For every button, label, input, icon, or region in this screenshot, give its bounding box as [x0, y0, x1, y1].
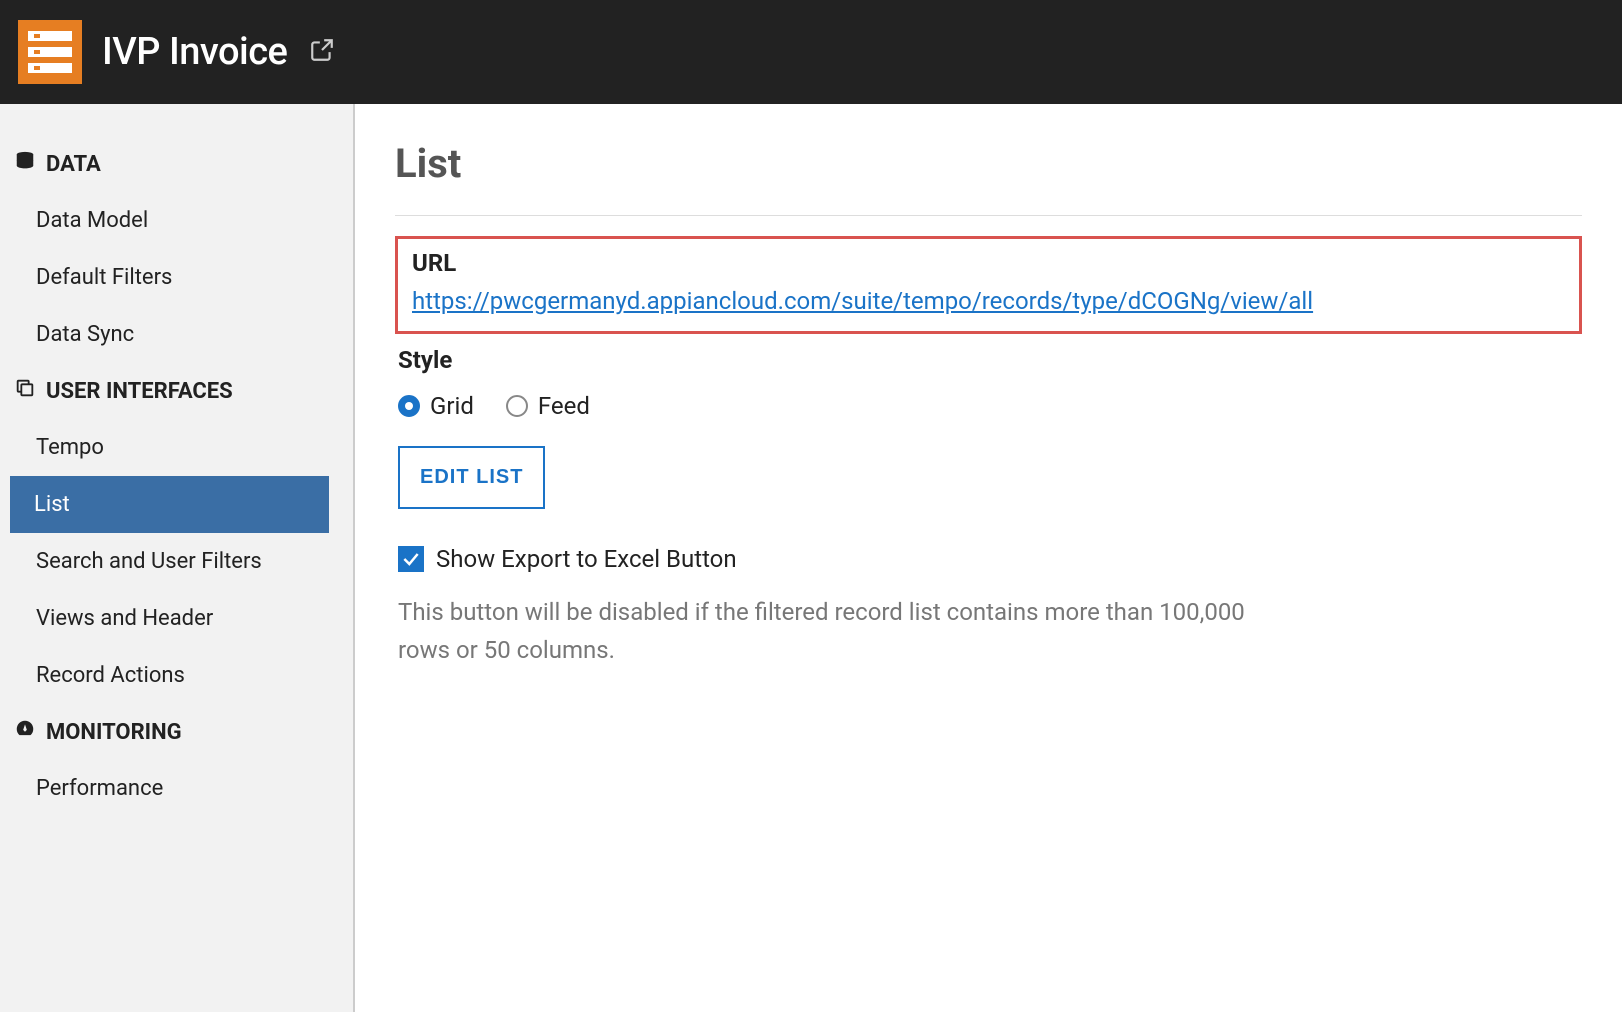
- record-url-link[interactable]: https://pwcgermanyd.appiancloud.com/suit…: [412, 287, 1313, 315]
- export-help-text: This button will be disabled if the filt…: [398, 593, 1298, 670]
- sidebar-item-data-model[interactable]: Data Model: [0, 192, 353, 249]
- radio-label-feed: Feed: [538, 392, 590, 420]
- sidebar-item-record-actions[interactable]: Record Actions: [0, 647, 353, 704]
- page-title: List: [395, 140, 1582, 187]
- sidebar-section-ui: USER INTERFACES: [0, 363, 353, 419]
- radio-icon: [398, 395, 420, 417]
- export-excel-checkbox[interactable]: [398, 546, 424, 572]
- radio-label-grid: Grid: [430, 392, 474, 420]
- export-excel-label: Show Export to Excel Button: [436, 545, 737, 573]
- sidebar-section-data: DATA: [0, 136, 353, 192]
- edit-list-button[interactable]: EDIT LIST: [398, 446, 545, 509]
- database-icon: [14, 150, 36, 178]
- sidebar-section-label: USER INTERFACES: [46, 379, 233, 404]
- sidebar-item-views-header[interactable]: Views and Header: [0, 590, 353, 647]
- style-label: Style: [398, 346, 1582, 374]
- sidebar-item-list[interactable]: List: [10, 476, 329, 533]
- radio-grid[interactable]: Grid: [398, 392, 474, 420]
- style-radio-group: Grid Feed: [398, 392, 1582, 420]
- open-external-icon[interactable]: [309, 37, 335, 67]
- url-label: URL: [412, 249, 1565, 277]
- url-highlight-box: URL https://pwcgermanyd.appiancloud.com/…: [395, 236, 1582, 334]
- divider: [395, 215, 1582, 216]
- radio-icon: [506, 395, 528, 417]
- gauge-icon: [14, 718, 36, 746]
- sidebar-item-performance[interactable]: Performance: [0, 760, 353, 817]
- sidebar-item-data-sync[interactable]: Data Sync: [0, 306, 353, 363]
- sidebar-section-monitoring: MONITORING: [0, 704, 353, 760]
- sidebar-item-tempo[interactable]: Tempo: [0, 419, 353, 476]
- check-icon: [401, 549, 421, 569]
- copy-icon: [14, 377, 36, 405]
- app-title: IVP Invoice: [102, 30, 287, 74]
- sidebar: DATA Data Model Default Filters Data Syn…: [0, 104, 355, 1012]
- sidebar-item-search-filters[interactable]: Search and User Filters: [0, 533, 353, 590]
- radio-feed[interactable]: Feed: [506, 392, 590, 420]
- sidebar-item-default-filters[interactable]: Default Filters: [0, 249, 353, 306]
- app-header: IVP Invoice: [0, 0, 1622, 104]
- sidebar-section-label: MONITORING: [46, 720, 182, 745]
- app-logo-icon: [18, 20, 82, 84]
- sidebar-section-label: DATA: [46, 152, 101, 177]
- main-content: List URL https://pwcgermanyd.appiancloud…: [355, 104, 1622, 1012]
